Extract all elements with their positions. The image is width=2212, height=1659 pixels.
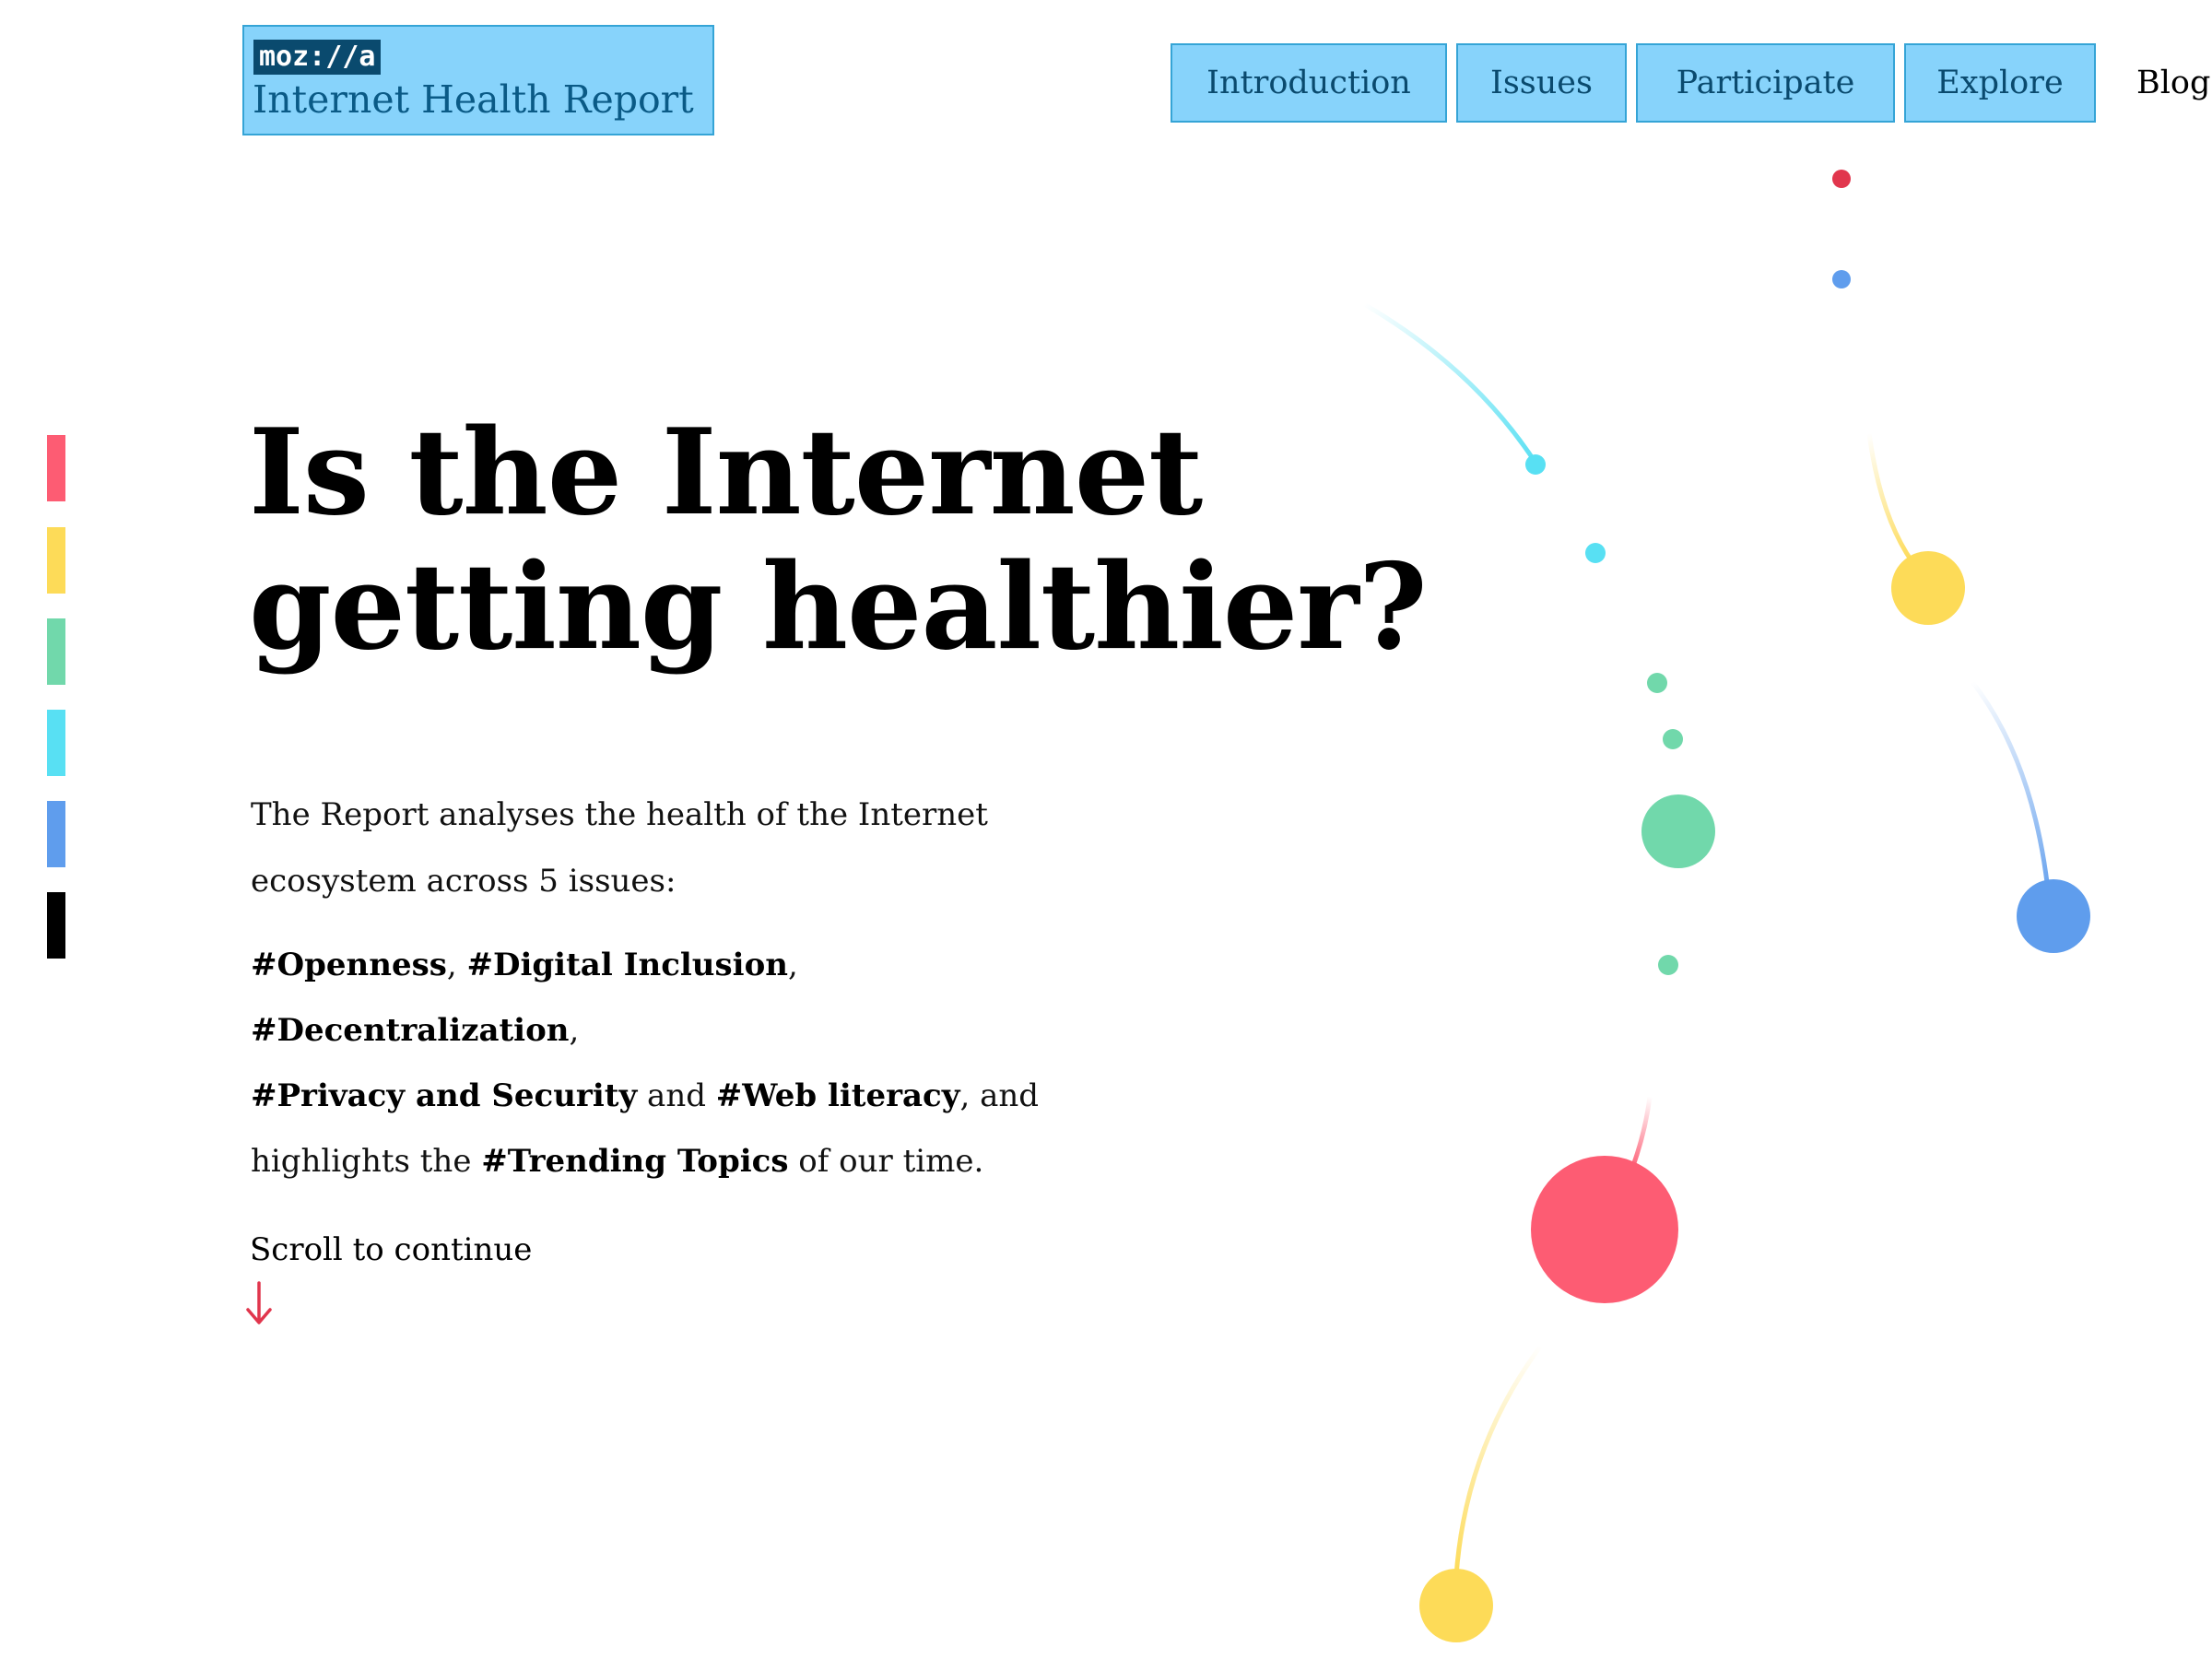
trail-red	[1629, 1094, 1653, 1173]
tag-openness[interactable]: #Openness	[251, 947, 447, 983]
tag-digital-inclusion[interactable]: #Digital Inclusion	[467, 947, 788, 983]
dot-cyan-2[interactable]	[1585, 543, 1606, 563]
page: moz://a Internet Health Report Introduct…	[0, 0, 2212, 1659]
issues-separator: ,	[787, 947, 798, 983]
circle-blue[interactable]	[2017, 879, 2090, 953]
circle-green[interactable]	[1641, 794, 1715, 868]
issues-text: #Openness, #Digital Inclusion, #Decentra…	[251, 933, 1135, 1194]
circle-yellow-bottom[interactable]	[1419, 1569, 1493, 1642]
headline-line-2: getting healthier?	[249, 538, 1428, 677]
trail-yellow-bottom	[1453, 1343, 1544, 1579]
issues-separator: ,	[569, 1012, 580, 1049]
tag-trending-topics[interactable]: #Trending Topics	[481, 1143, 788, 1180]
headline-line-1: Is the Internet	[249, 404, 1203, 542]
tag-decentralization[interactable]: #Decentralization	[251, 1012, 570, 1049]
dot-green-3[interactable]	[1658, 955, 1678, 975]
scroll-to-continue[interactable]: Scroll to continue	[250, 1228, 532, 1272]
dot-green-2[interactable]	[1663, 729, 1683, 749]
dot-cyan-1[interactable]	[1525, 454, 1546, 475]
arrow-down-icon[interactable]	[245, 1281, 273, 1327]
tag-privacy-security[interactable]: #Privacy and Security	[251, 1077, 637, 1114]
dot-red-small[interactable]	[1832, 170, 1851, 188]
issues-tail: of our time.	[788, 1143, 984, 1180]
circle-yellow-top[interactable]	[1891, 551, 1965, 625]
intro-text: The Report analyses the health of the In…	[251, 796, 988, 900]
issues-separator: ,	[446, 947, 467, 983]
circle-red-large[interactable]	[1531, 1156, 1678, 1303]
issues-conjunction: and	[637, 1077, 716, 1114]
trail-blue	[1970, 679, 2053, 911]
dot-blue-small[interactable]	[1832, 270, 1851, 288]
tag-web-literacy[interactable]: #Web literacy	[716, 1077, 960, 1114]
dot-green-1[interactable]	[1647, 673, 1667, 693]
page-headline: Is the Internet getting healthier?	[249, 404, 1428, 677]
trail-yellow-top	[1866, 430, 1915, 565]
